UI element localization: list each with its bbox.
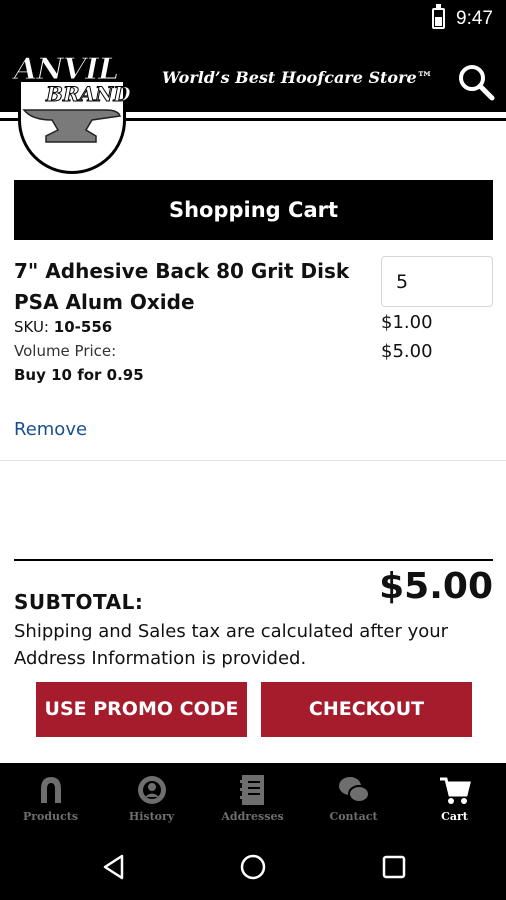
status-time: 9:47 — [456, 8, 493, 29]
anvil-brand-logo[interactable]: ANVIL BRAND — [8, 44, 134, 174]
page-title: Shopping Cart — [14, 180, 493, 240]
store-tagline: World’s Best Hoofcare Store™ — [162, 68, 433, 87]
tab-products[interactable]: Products — [0, 763, 101, 835]
line-total: $5.00 — [381, 341, 433, 362]
bottom-tab-bar: Products History Addresses Contact Cart — [0, 763, 506, 835]
recents-icon[interactable] — [380, 853, 408, 881]
tab-label: Contact — [329, 810, 378, 823]
tab-label: History — [128, 810, 175, 823]
battery-charging-icon — [432, 4, 445, 29]
tax-note: Shipping and Sales tax are calculated af… — [14, 621, 449, 669]
use-promo-code-button[interactable]: USE PROMO CODE — [36, 682, 247, 737]
anvil-icon — [22, 109, 121, 143]
history-icon — [138, 776, 166, 804]
logo-text-brand: BRAND — [46, 82, 132, 107]
back-icon[interactable] — [100, 853, 128, 881]
product-name: 7" Adhesive Back 80 Grit Disk PSA Alum O… — [14, 259, 350, 314]
tab-addresses[interactable]: Addresses — [202, 763, 303, 835]
home-icon[interactable] — [239, 853, 267, 881]
system-nav-bar — [0, 835, 506, 900]
cart-icon — [440, 777, 471, 804]
tab-label: Products — [22, 810, 79, 823]
product-sku: SKU: 10-556 — [14, 318, 112, 336]
tab-contact[interactable]: Contact — [303, 763, 404, 835]
volume-price-label: Volume Price: — [14, 342, 117, 360]
search-icon[interactable] — [456, 62, 496, 102]
sku-label: SKU: — [14, 318, 49, 336]
quantity-field[interactable]: 5 — [381, 256, 493, 307]
subtotal-label: SUBTOTAL: — [14, 590, 144, 614]
subtotal-divider — [14, 559, 493, 561]
address-book-icon — [240, 775, 264, 805]
horseshoe-icon — [41, 777, 61, 803]
tab-history[interactable]: History — [101, 763, 202, 835]
chat-bubbles-icon — [339, 777, 370, 803]
tab-label: Cart — [441, 810, 468, 823]
subtotal-value: $5.00 — [379, 566, 493, 607]
unit-price: $1.00 — [381, 312, 433, 333]
status-bar: 9:47 — [0, 0, 506, 38]
tab-label: Addresses — [221, 810, 284, 823]
checkout-button[interactable]: CHECKOUT — [261, 682, 472, 737]
tab-cart[interactable]: Cart — [404, 763, 505, 835]
volume-price-value: Buy 10 for 0.95 — [14, 366, 144, 384]
sku-value: 10-556 — [53, 318, 113, 336]
remove-link[interactable]: Remove — [14, 419, 87, 440]
item-divider — [0, 460, 506, 461]
